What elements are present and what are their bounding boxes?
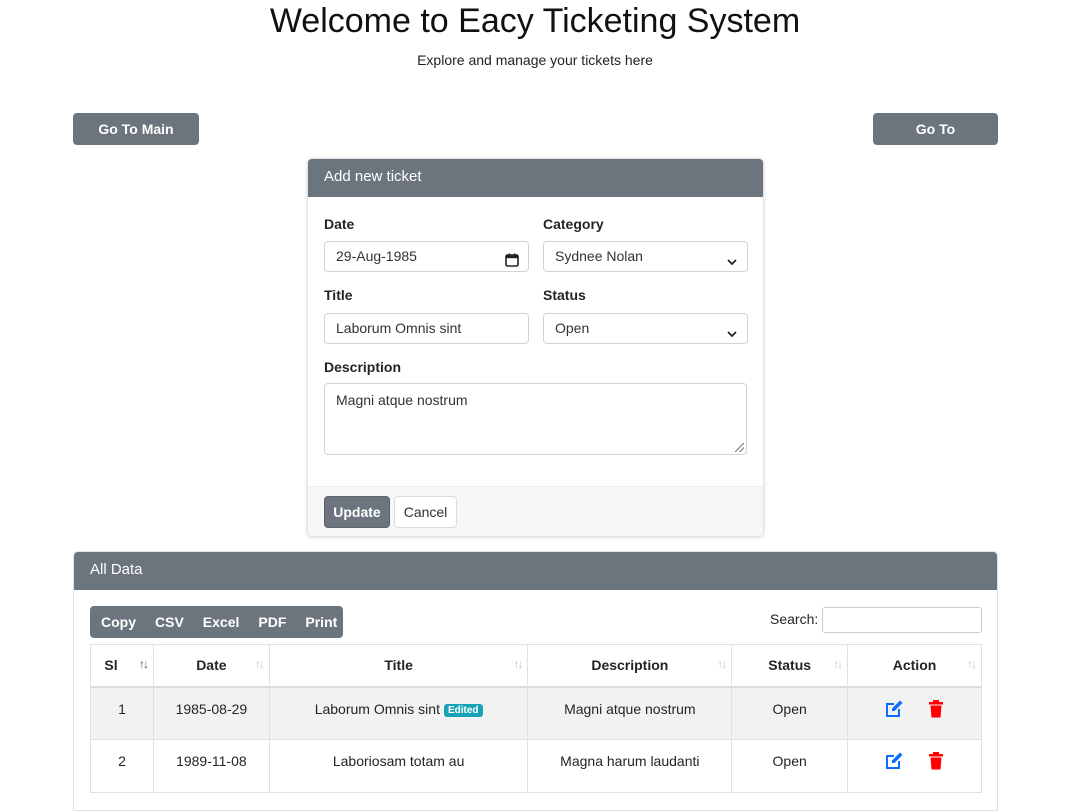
page-title: Welcome to Eacy Ticketing System [269, 2, 801, 40]
column-header-label: Sl [104, 657, 118, 674]
column-header-action[interactable]: Action ↑↓ [847, 644, 982, 688]
cell-action [847, 686, 982, 740]
page-subtitle: Explore and manage your tickets here [417, 52, 653, 68]
title-text: Laborum Omnis sint [314, 700, 440, 717]
trash-icon[interactable] [925, 698, 947, 720]
calendar-icon[interactable] [505, 249, 519, 278]
go-to-main-index-button[interactable]: Go To Main Index [73, 113, 199, 167]
column-header-date[interactable]: Date ↑↓ [152, 644, 270, 688]
description-label: Description [324, 359, 402, 375]
cell-date: 1985-08-29 [152, 686, 270, 740]
column-header-label: Action [892, 657, 937, 674]
column-header-status[interactable]: Status ↑↓ [731, 644, 849, 688]
cell-title: Laboriosam totam au [268, 739, 529, 793]
copy-button[interactable]: Copy [90, 606, 144, 638]
date-label: Date [324, 216, 355, 232]
description-value: Magni atque nostrum [336, 392, 468, 408]
category-select[interactable]: Sydnee Nolan [543, 241, 748, 272]
status-label: Status [543, 287, 586, 303]
update-button[interactable]: Update [324, 496, 390, 528]
sort-icon: ↑↓ [717, 657, 727, 671]
column-header-label: Status [768, 657, 812, 674]
print-button[interactable]: Print [294, 606, 345, 638]
title-label: Title [324, 287, 353, 303]
cell-description: Magni atque nostrum [527, 686, 733, 740]
sort-icon: ↑↓ [513, 657, 523, 671]
cell-status: Open [731, 739, 849, 793]
column-header-sl[interactable]: Sl ↑↓ [90, 644, 154, 688]
search-input[interactable] [822, 607, 982, 633]
all-data-header: All Data [74, 552, 997, 590]
cell-sl: 1 [90, 686, 154, 740]
sort-icon: ↑↓ [254, 657, 265, 671]
cell-sl: 2 [90, 739, 154, 793]
chevron-down-icon [726, 322, 738, 351]
description-textarea[interactable]: Magni atque nostrum [324, 383, 747, 455]
tickets-table: Sl ↑↓ Date ↑↓ Title ↑↓ Description ↑↓ Status… [90, 644, 982, 793]
column-header-label: Date [196, 657, 227, 674]
chevron-down-icon [726, 250, 738, 279]
cell-status: Open [731, 686, 849, 740]
edited-badge: Edited [443, 703, 483, 717]
cell-action [847, 739, 982, 793]
date-input[interactable]: 29-Aug-1985 [324, 241, 529, 272]
add-ticket-card: Add new ticket Date 29-Aug-1985 Category… [307, 158, 764, 537]
sort-icon: ↑↓ [833, 657, 843, 671]
table-header-row: Sl ↑↓ Date ↑↓ Title ↑↓ Description ↑↓ Status… [90, 644, 982, 688]
all-data-card: All Data Copy CSV Excel PDF Print Search… [73, 551, 998, 811]
column-header-description[interactable]: Description ↑↓ [527, 644, 733, 688]
search-label: Search: [770, 611, 819, 627]
title-value: Laborum Omnis sint [336, 320, 462, 336]
sort-icon: ↑↓ [967, 657, 977, 671]
edit-icon[interactable] [883, 750, 905, 772]
resize-handle[interactable] [735, 443, 744, 452]
cell-title: Laborum Omnis sint Edited [268, 686, 529, 740]
csv-button[interactable]: CSV [144, 606, 192, 638]
status-select[interactable]: Open [543, 313, 748, 344]
sort-icon: ↑↓ [138, 657, 149, 671]
excel-button[interactable]: Excel [192, 606, 248, 638]
column-header-label: Title [384, 657, 413, 674]
table-row: 2 1989-11-08 Laboriosam totam au Magna h… [90, 739, 982, 793]
status-value: Open [555, 320, 590, 336]
column-header-title[interactable]: Title ↑↓ [268, 644, 529, 688]
go-to-categories-button[interactable]: Go To Categories [873, 113, 998, 167]
title-text: Laboriosam totam au [332, 753, 465, 769]
column-header-label: Description [591, 657, 669, 674]
trash-icon[interactable] [925, 750, 947, 772]
date-value: 29-Aug-1985 [336, 248, 417, 264]
cancel-button[interactable]: Cancel [394, 496, 457, 528]
cell-date: 1989-11-08 [152, 739, 270, 793]
cell-description: Magna harum laudanti [527, 739, 733, 793]
pdf-button[interactable]: PDF [247, 606, 294, 638]
table-row: 1 1985-08-29 Laborum Omnis sint Edited Ma… [90, 686, 982, 740]
form-footer: Update Cancel [308, 486, 763, 536]
export-button-group: Copy CSV Excel PDF Print [90, 606, 343, 638]
edit-icon[interactable] [883, 698, 905, 720]
category-label: Category [543, 216, 604, 232]
category-value: Sydnee Nolan [555, 248, 643, 264]
title-input[interactable]: Laborum Omnis sint [324, 313, 529, 344]
add-ticket-header: Add new ticket [308, 159, 763, 197]
